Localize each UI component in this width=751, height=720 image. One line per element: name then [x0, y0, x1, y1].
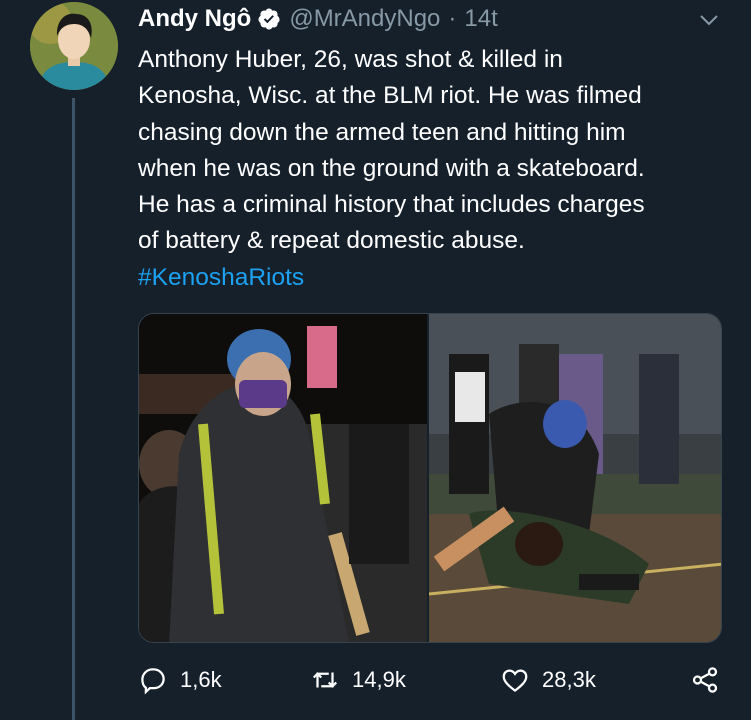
reply-button[interactable]: 1,6k — [138, 660, 222, 700]
verified-badge-icon — [258, 8, 280, 30]
reply-count: 1,6k — [180, 667, 222, 692]
author-avatar[interactable] — [30, 2, 118, 90]
like-count: 28,3k — [542, 667, 596, 692]
tweet-header: Andy Ngô @MrAndyNgo · 14t — [138, 4, 498, 34]
timestamp[interactable]: 14t — [464, 5, 497, 33]
tweet-actions: 1,6k 14,9k 28,3k — [138, 660, 728, 700]
share-button[interactable] — [690, 660, 720, 700]
thread-line — [72, 98, 75, 720]
tweet-text-line: chasing down the armed teen and hitting … — [138, 118, 626, 146]
hashtag-link[interactable]: #KenoshaRiots — [138, 260, 738, 296]
share-icon — [692, 667, 718, 693]
tweet-text-line: He has a criminal history that includes … — [138, 191, 645, 219]
chevron-down-icon[interactable] — [697, 8, 721, 32]
media-photo-2[interactable] — [429, 314, 721, 642]
tweet-text: Anthony Huber, 26, was shot & killed in … — [138, 42, 738, 296]
retweet-button[interactable]: 14,9k — [310, 660, 406, 700]
tweet-text-line: of battery & repeat domestic abuse. — [138, 227, 525, 255]
author-handle[interactable]: @MrAndyNgo — [289, 5, 440, 33]
reply-icon — [141, 668, 165, 695]
tweet-media[interactable] — [138, 313, 722, 643]
like-button[interactable]: 28,3k — [500, 660, 596, 700]
heart-icon — [502, 669, 528, 693]
retweet-icon — [312, 672, 338, 688]
author-name[interactable]: Andy Ngô — [138, 5, 251, 33]
retweet-count: 14,9k — [352, 667, 406, 692]
media-photo-1[interactable] — [139, 314, 428, 642]
tweet-text-line: Anthony Huber, 26, was shot & killed in — [138, 46, 563, 73]
separator-dot: · — [448, 5, 457, 32]
tweet-text-line: Kenosha, Wisc. at the BLM riot. He was f… — [138, 82, 642, 110]
tweet-text-line: when he was on the ground with a skatebo… — [138, 154, 645, 182]
